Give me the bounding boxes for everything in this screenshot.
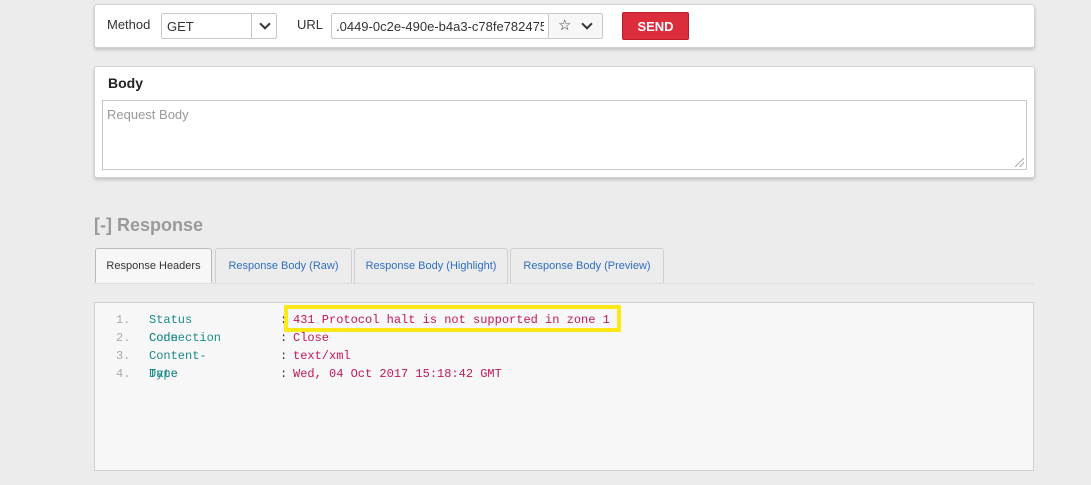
url-addons: ☆	[549, 13, 603, 39]
line-number: 1.	[116, 313, 131, 327]
send-button[interactable]: SEND	[622, 12, 689, 40]
header-value: text/xml	[293, 349, 351, 363]
header-key: Connection	[149, 331, 222, 345]
star-icon[interactable]: ☆	[558, 17, 571, 35]
response-heading[interactable]: [-] Response	[94, 215, 203, 236]
line-number: 2.	[116, 331, 131, 345]
method-label: Method	[107, 17, 151, 32]
tab-response-body-preview[interactable]: Response Body (Preview)	[510, 248, 664, 283]
method-select[interactable]: GET	[161, 13, 277, 39]
tab-bar-divider	[94, 283, 1034, 284]
tab-response-body-raw[interactable]: Response Body (Raw)	[215, 248, 352, 283]
method-value: GET	[167, 19, 194, 34]
chevron-down-icon	[258, 18, 271, 30]
tab-response-headers[interactable]: Response Headers	[95, 248, 212, 283]
header-separator: :	[280, 349, 288, 363]
line-number: 4.	[116, 367, 131, 381]
request-body-input[interactable]	[102, 100, 1027, 170]
method-dropdown-toggle[interactable]	[251, 13, 277, 39]
resize-grip-icon[interactable]	[1015, 158, 1024, 167]
tab-response-body-highlight[interactable]: Response Body (Highlight)	[354, 248, 508, 283]
url-input[interactable]	[331, 13, 549, 39]
header-separator: :	[280, 367, 288, 381]
chevron-down-icon	[581, 18, 593, 30]
url-history-toggle[interactable]	[581, 18, 593, 30]
header-value: Wed, 04 Oct 2017 15:18:42 GMT	[293, 367, 502, 381]
header-key: Date	[149, 367, 178, 381]
line-number: 3.	[116, 349, 131, 363]
url-label: URL	[297, 17, 324, 32]
body-title: Body	[108, 75, 143, 91]
status-highlight-box	[284, 305, 621, 332]
